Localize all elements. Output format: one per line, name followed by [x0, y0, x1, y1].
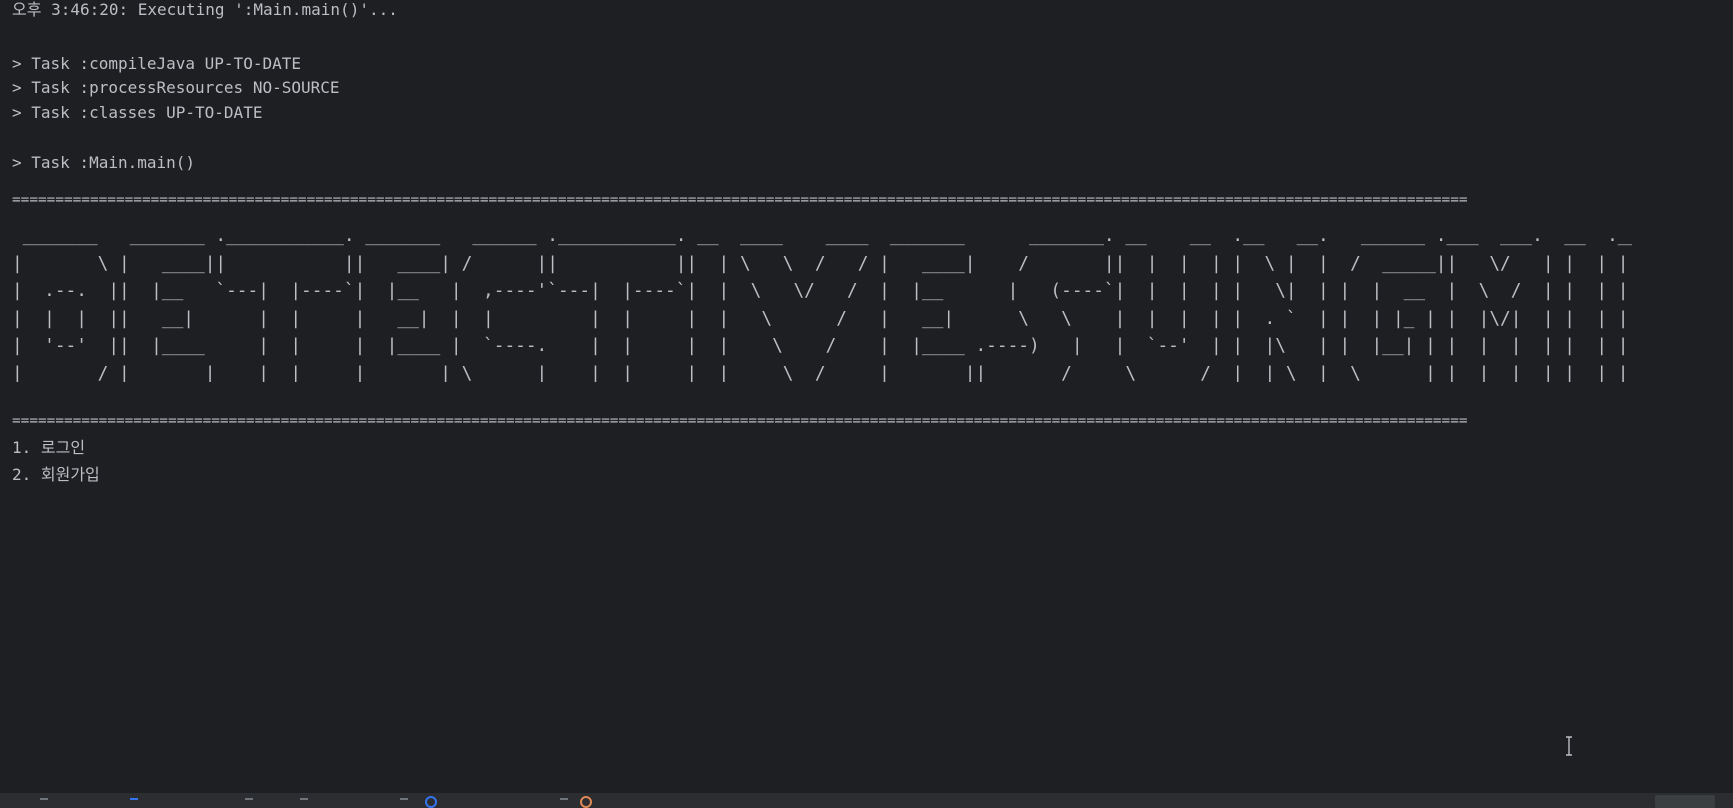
task-line-compile-java: > Task :compileJava UP-TO-DATE: [12, 54, 301, 73]
banner-line: _______ _______ .___________. _______ __…: [12, 225, 1632, 246]
menu-item-login: 1. 로그인: [12, 438, 86, 457]
toolbar-mark: [40, 798, 48, 800]
toolbar-mark: [560, 798, 568, 800]
task-line-main: > Task :Main.main(): [12, 153, 196, 172]
menu-item-signup: 2. 회원가입: [12, 465, 100, 484]
toolbar-mark: [400, 798, 408, 800]
warning-circle-icon[interactable]: [580, 796, 592, 808]
run-console-output[interactable]: 오후 3:46:20: Executing ':Main.main()'... …: [0, 0, 1733, 793]
toolbar-mark: [300, 798, 308, 800]
banner-line: | .--. || |__ `---| |----`| |__ | ,----'…: [12, 280, 1632, 301]
banner-line: | | | || __| | | | __| | | | | | | \ / |…: [12, 307, 1632, 329]
toolbar-mark: [245, 798, 253, 800]
banner-line: |_______/ |_______| |__| |_______| \____…: [12, 362, 1632, 383]
ascii-art-banner: _______ _______ .___________. _______ __…: [12, 222, 1632, 382]
toolbar-mark: [130, 798, 138, 800]
bottom-toolbar-strip: [0, 793, 1733, 808]
execution-header-line: 오후 3:46:20: Executing ':Main.main()'...: [12, 0, 398, 19]
text-cursor-icon: [1566, 736, 1572, 756]
task-line-process-resources: > Task :processResources NO-SOURCE: [12, 78, 340, 97]
separator-bottom: ========================================…: [12, 413, 1468, 429]
info-circle-icon[interactable]: [425, 796, 437, 808]
banner-line: | '--' || |____ | | | |____ | `----. | |…: [12, 335, 1632, 356]
separator-top: ========================================…: [12, 192, 1468, 208]
banner-line: | \ | ____|| || ____| / || || | \ \ / / …: [12, 252, 1632, 274]
horizontal-scrollbar-thumb[interactable]: [1655, 795, 1715, 808]
task-line-classes: > Task :classes UP-TO-DATE: [12, 103, 263, 122]
